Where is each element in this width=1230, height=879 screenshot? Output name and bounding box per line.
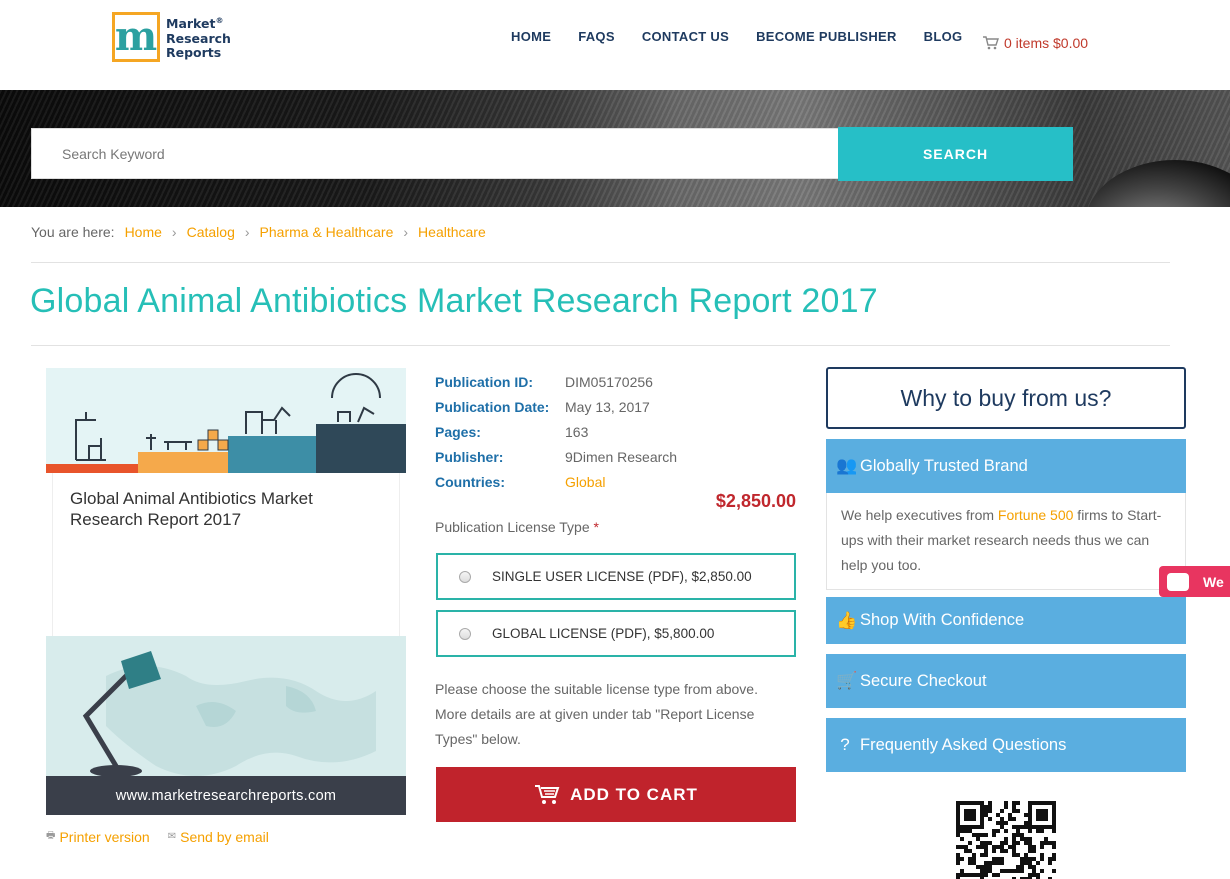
- logo-registered: ®: [215, 16, 224, 26]
- required-mark: *: [593, 519, 599, 535]
- logo-mark: m: [112, 12, 160, 62]
- printer-version-label: Printer version: [59, 828, 150, 845]
- cart-summary: 0 items $0.00: [1004, 35, 1089, 51]
- logo-text: Market® Research Reports: [166, 14, 231, 59]
- printer-icon: 🖶: [46, 830, 56, 841]
- breadcrumb-home[interactable]: Home: [125, 224, 162, 240]
- detail-value: 163: [565, 423, 589, 440]
- detail-label: Publication Date:: [435, 398, 550, 415]
- license-option-single-user[interactable]: SINGLE USER LICENSE (PDF), $2,850.00: [436, 553, 796, 600]
- license-help-text: Please choose the suitable license type …: [435, 681, 758, 747]
- why-buy-heading: Why to buy from us?: [826, 367, 1186, 429]
- panel-title: Secure Checkout: [860, 671, 987, 690]
- cart-icon: 🛒: [836, 671, 858, 690]
- cover-url: www.marketresearchreports.com: [46, 776, 406, 815]
- detail-row-pages: Pages: 163: [435, 419, 677, 444]
- search-placeholder: Search Keyword: [62, 145, 165, 162]
- cover-title: Global Animal Antibiotics Market Researc…: [70, 489, 313, 529]
- detail-label: Pages:: [435, 423, 481, 440]
- cart-icon: [535, 784, 560, 804]
- breadcrumb-healthcare[interactable]: Healthcare: [418, 224, 486, 240]
- divider: [31, 262, 1170, 263]
- detail-value: May 13, 2017: [565, 398, 650, 415]
- detail-row-countries: Countries: Global: [435, 469, 677, 494]
- fortune-500-link[interactable]: Fortune 500: [998, 507, 1074, 523]
- radio-single-user[interactable]: [459, 570, 471, 583]
- breadcrumb-prefix: You are here:: [31, 224, 115, 240]
- report-price: $2,850.00: [715, 491, 796, 511]
- site-header: m Market® Research Reports HOME FAQS CON…: [0, 0, 1230, 90]
- nav-become-publisher[interactable]: BECOME PUBLISHER: [756, 29, 897, 44]
- chat-label: We: [1203, 573, 1224, 590]
- search-input[interactable]: Search Keyword: [31, 128, 838, 179]
- breadcrumb: You are here: Home › Catalog › Pharma & …: [31, 224, 486, 240]
- license-type-text: Publication License Type: [435, 519, 590, 535]
- radio-global[interactable]: [459, 627, 471, 640]
- report-details: Publication ID: DIM05170256 Publication …: [435, 369, 677, 494]
- search-button[interactable]: SEARCH: [838, 127, 1073, 181]
- faq-panel[interactable]: ? Frequently Asked Questions: [826, 718, 1186, 772]
- nav-faqs[interactable]: FAQS: [578, 29, 615, 44]
- detail-label: Publisher:: [435, 448, 504, 465]
- cart-icon: [983, 36, 999, 50]
- add-to-cart-label: ADD TO CART: [570, 784, 698, 804]
- trusted-brand-description: We help executives from Fortune 500 firm…: [826, 493, 1186, 590]
- detail-value: DIM05170256: [565, 373, 653, 390]
- site-logo[interactable]: m Market® Research Reports: [112, 12, 231, 62]
- add-to-cart-button[interactable]: ADD TO CART: [436, 767, 796, 822]
- panel-title: Shop With Confidence: [860, 611, 1025, 629]
- question-circle-icon: ?: [840, 735, 850, 754]
- logo-word-3: Reports: [166, 44, 222, 60]
- chevron-right-icon: ›: [171, 224, 177, 240]
- panel-title: Globally Trusted Brand: [860, 456, 1028, 475]
- detail-row-publisher: Publisher: 9Dimen Research: [435, 444, 677, 469]
- main-nav: HOME FAQS CONTACT US BECOME PUBLISHER BL…: [511, 29, 989, 44]
- logo-word-1: Market: [166, 16, 216, 32]
- detail-label: Publication ID:: [435, 373, 533, 390]
- email-icon: ✉: [167, 831, 177, 842]
- license-option-label: GLOBAL LICENSE (PDF), $5,800.00: [492, 626, 715, 641]
- detail-row-publication-id: Publication ID: DIM05170256: [435, 369, 677, 394]
- shop-with-confidence-panel[interactable]: 👍 Shop With Confidence: [826, 597, 1186, 644]
- thumbs-up-icon: 👍: [836, 610, 858, 630]
- country-link[interactable]: Global: [565, 474, 605, 490]
- detail-value: 9Dimen Research: [565, 448, 678, 465]
- detail-row-publication-date: Publication Date: May 13, 2017: [435, 394, 677, 419]
- send-by-email-label: Send by email: [180, 828, 269, 845]
- header-cart[interactable]: 0 items $0.00: [982, 35, 1088, 51]
- chevron-right-icon: ›: [403, 224, 409, 240]
- logo-word-2: Research: [166, 30, 231, 46]
- secure-checkout-panel[interactable]: 🛒 Secure Checkout: [826, 654, 1186, 708]
- nav-contact-us[interactable]: CONTACT US: [642, 29, 729, 44]
- chevron-right-icon: ›: [244, 224, 250, 240]
- license-option-label: SINGLE USER LICENSE (PDF), $2,850.00: [492, 569, 752, 584]
- globally-trusted-brand-panel[interactable]: 👥 Globally Trusted Brand: [826, 439, 1186, 493]
- license-option-global[interactable]: GLOBAL LICENSE (PDF), $5,800.00: [436, 610, 796, 657]
- qr-code-image: [955, 800, 1057, 879]
- page-title: Global Animal Antibiotics Market Researc…: [30, 282, 878, 320]
- live-chat-tab[interactable]: We: [1159, 566, 1230, 597]
- license-type-label: Publication License Type *: [435, 519, 599, 535]
- divider: [31, 345, 1170, 346]
- printer-version-link[interactable]: 🖶 Printer version: [46, 828, 150, 845]
- cover-industry-illustration: [46, 368, 406, 473]
- detail-label: Countries:: [435, 473, 505, 490]
- chat-bubble-icon: [1167, 572, 1189, 591]
- breadcrumb-pharma-healthcare[interactable]: Pharma & Healthcare: [260, 224, 394, 240]
- breadcrumb-catalog[interactable]: Catalog: [187, 224, 235, 240]
- trusted-text-1: We help executives from: [841, 507, 998, 523]
- nav-blog[interactable]: BLOG: [924, 29, 963, 44]
- nav-home[interactable]: HOME: [511, 29, 551, 44]
- cover-links: 🖶 Printer version ✉ Send by email: [46, 828, 287, 845]
- users-icon: 👥: [836, 456, 858, 475]
- send-by-email-link[interactable]: ✉ Send by email: [168, 828, 269, 845]
- panel-title: Frequently Asked Questions: [860, 735, 1067, 754]
- report-cover-image: Global Animal Antibiotics Market Researc…: [46, 368, 406, 815]
